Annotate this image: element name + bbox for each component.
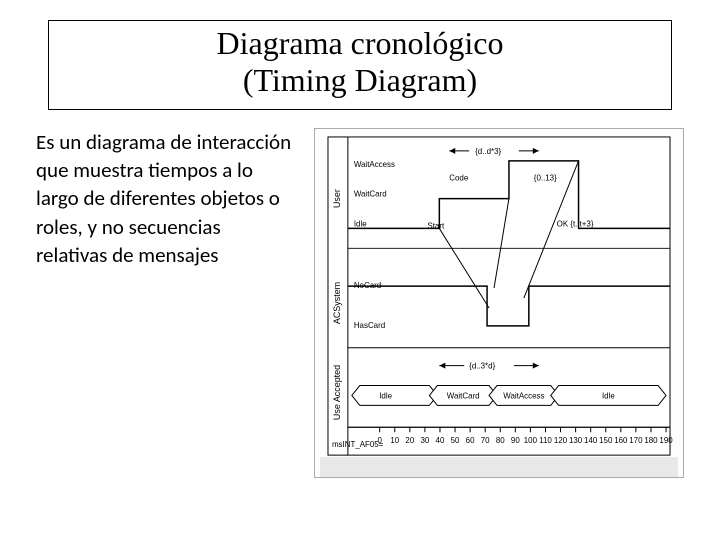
title-line-1: Diagrama cronológico [61, 25, 659, 62]
lane1-state-idle: Idle [354, 219, 367, 228]
svg-text:0: 0 [377, 436, 382, 445]
lane1-state-waitcard: WaitCard [354, 189, 387, 198]
footer-label: msINT_AF05= [332, 440, 384, 449]
svg-text:120: 120 [554, 436, 568, 445]
svg-text:140: 140 [584, 436, 598, 445]
lane3-box-waitaccess: WaitAccess [489, 385, 559, 405]
lane1-annot-range: {0..13} [534, 173, 557, 182]
svg-text:WaitAccess: WaitAccess [503, 391, 544, 400]
svg-text:70: 70 [481, 436, 490, 445]
lane2-state-hascard: HasCard [354, 320, 385, 329]
lane1-label: User [332, 189, 342, 208]
description-text: Es un diagrama de interacción que muestr… [36, 128, 296, 478]
svg-text:Idle: Idle [379, 391, 392, 400]
svg-text:190: 190 [659, 436, 673, 445]
svg-text:160: 160 [614, 436, 628, 445]
svg-text:180: 180 [644, 436, 658, 445]
svg-text:170: 170 [629, 436, 643, 445]
lane3-label: Use Accepted [332, 364, 342, 419]
svg-text:10: 10 [390, 436, 399, 445]
lane2-label: ACSystem [332, 281, 342, 323]
lane1-annot-ok: OK {t..t+3} [557, 219, 594, 228]
svg-text:110: 110 [539, 436, 552, 445]
svg-text:20: 20 [405, 436, 414, 445]
lane3-box-idle2: Idle [551, 385, 666, 405]
timing-diagram-svg: User WaitAccess WaitCard Idle {d..d*3} C… [315, 129, 683, 477]
lane3-box-waitcard: WaitCard [429, 385, 497, 405]
svg-text:90: 90 [511, 436, 520, 445]
lane1-annot-d: {d..d*3} [475, 146, 501, 155]
svg-text:60: 60 [466, 436, 475, 445]
svg-text:Idle: Idle [602, 391, 615, 400]
svg-text:130: 130 [569, 436, 583, 445]
lane3-box-idle1: Idle [352, 385, 438, 405]
lane1-state-waitaccess: WaitAccess [354, 159, 395, 168]
content-row: Es un diagrama de interacción que muestr… [0, 128, 720, 478]
timing-diagram-figure: User WaitAccess WaitCard Idle {d..d*3} C… [314, 128, 684, 478]
svg-text:80: 80 [496, 436, 505, 445]
svg-text:150: 150 [599, 436, 613, 445]
svg-text:50: 50 [451, 436, 460, 445]
lane1-annot-code: Code [449, 173, 469, 182]
lane3-annot-d: {d..3*d} [469, 361, 495, 370]
svg-text:40: 40 [436, 436, 445, 445]
title-box: Diagrama cronológico (Timing Diagram) [48, 20, 672, 110]
title-line-2: (Timing Diagram) [61, 62, 659, 99]
svg-text:30: 30 [420, 436, 429, 445]
svg-text:WaitCard: WaitCard [447, 391, 480, 400]
lane1-annot-start: Start [427, 221, 445, 230]
svg-text:100: 100 [524, 436, 538, 445]
